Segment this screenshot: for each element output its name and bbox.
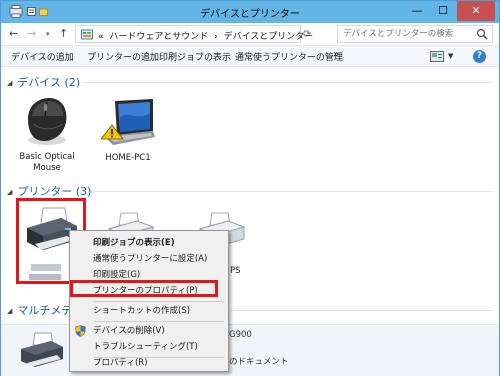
- context-menu: 印刷ジョブの表示(E) 通常使うプリンターに設定(A) 印刷設定(G) プリンタ…: [69, 230, 229, 372]
- collapse-chevron-icon: ◢: [7, 188, 13, 196]
- device-label-line2: Mouse: [33, 163, 61, 173]
- breadcrumb: « ハードウェアとサウンド › デバイスとプリンター: [98, 29, 313, 42]
- refresh-icon[interactable]: ⟳: [303, 29, 311, 40]
- menu-separator: [94, 301, 224, 302]
- menu-item-label: デバイスの削除(V): [93, 326, 165, 336]
- menu-item-see-print-jobs[interactable]: 印刷ジョブの表示(E): [70, 235, 228, 251]
- collapse-chevron-icon: ◢: [7, 307, 13, 315]
- uac-shield-icon: [75, 325, 86, 337]
- see-print-jobs-button[interactable]: 印刷ジョブの表示: [159, 50, 231, 63]
- laptop-icon: [100, 99, 155, 145]
- up-button[interactable]: ↑: [59, 27, 68, 40]
- section-divider: [91, 191, 493, 192]
- search-box[interactable]: [337, 25, 493, 43]
- close-button[interactable]: ✕: [457, 1, 495, 21]
- collapse-chevron-icon: ◢: [7, 79, 13, 87]
- add-device-button[interactable]: デバイスの追加: [11, 50, 74, 63]
- breadcrumb-overflow[interactable]: «: [98, 32, 104, 42]
- control-panel-icon: [81, 29, 93, 40]
- mouse-icon: [28, 98, 67, 145]
- printer-label-partial: PS: [230, 266, 241, 276]
- address-bar[interactable]: « ハードウェアとサウンド › デバイスとプリンター ▾: [75, 25, 369, 43]
- view-options-chevron-icon[interactable]: ▼: [448, 52, 453, 60]
- device-laptop[interactable]: HOME-PC1: [93, 97, 163, 164]
- menu-item-create-shortcut[interactable]: ショートカットの作成(S): [70, 303, 228, 319]
- section-divider: [83, 82, 493, 83]
- printer-preview-icon: [21, 332, 63, 367]
- back-button[interactable]: ←: [9, 27, 18, 40]
- annotation-highlight-printer-properties: [70, 280, 218, 297]
- details-model: G900: [229, 330, 252, 340]
- recent-locations-chevron-icon[interactable]: ▾: [46, 30, 50, 38]
- change-view-icon[interactable]: [430, 51, 444, 62]
- search-icon[interactable]: [476, 28, 488, 40]
- menu-item-set-default-printer[interactable]: 通常使うプリンターに設定(A): [70, 251, 228, 267]
- manage-default-printers-button[interactable]: 通常使うプリンターの管理: [235, 50, 343, 63]
- breadcrumb-separator-icon[interactable]: ›: [214, 32, 218, 42]
- title-bar: デバイスとプリンター — ☐ ✕: [1, 1, 499, 23]
- menu-item-properties[interactable]: プロパティ(R): [70, 355, 228, 371]
- command-bar: デバイスの追加 プリンターの追加 印刷ジョブの表示 通常使うプリンターの管理 »…: [1, 45, 499, 67]
- device-label: HOME-PC1: [105, 153, 151, 163]
- maximize-button[interactable]: ☐: [430, 1, 456, 21]
- section-header-devices[interactable]: ◢ デバイス (2): [7, 74, 80, 90]
- menu-item-troubleshoot[interactable]: トラブルシューティング(T): [70, 339, 228, 355]
- section-title-devices: デバイス (2): [17, 76, 81, 89]
- forward-button[interactable]: →: [27, 27, 36, 40]
- details-status: のドキュメント: [229, 357, 289, 367]
- more-commands-button[interactable]: »: [333, 49, 339, 60]
- breadcrumb-hardware-sound[interactable]: ハードウェアとサウンド: [109, 32, 208, 42]
- add-printer-button[interactable]: プリンターの追加: [87, 50, 159, 63]
- menu-item-remove-device[interactable]: デバイスの削除(V): [70, 323, 228, 339]
- breadcrumb-devices-printers[interactable]: デバイスとプリンター: [224, 32, 314, 42]
- address-row: ← → ▾ ↑ « ハードウェアとサウンド › デバイスとプリンター ▾ ⟳: [1, 23, 499, 45]
- help-icon[interactable]: ?: [473, 50, 486, 63]
- section-header-printers[interactable]: ◢ プリンター (3): [7, 183, 91, 199]
- section-divider: [231, 310, 493, 311]
- search-input[interactable]: [338, 26, 473, 42]
- menu-separator: [94, 321, 224, 322]
- devices-printers-window: デバイスとプリンター — ☐ ✕ ← → ▾ ↑ « ハードウェアとサウンド ›…: [0, 0, 500, 376]
- device-label-line1: Basic Optical: [19, 152, 75, 162]
- section-title-printers: プリンター (3): [17, 185, 92, 198]
- device-mouse[interactable]: Basic Optical Mouse: [11, 94, 83, 174]
- minimize-button[interactable]: —: [404, 1, 430, 21]
